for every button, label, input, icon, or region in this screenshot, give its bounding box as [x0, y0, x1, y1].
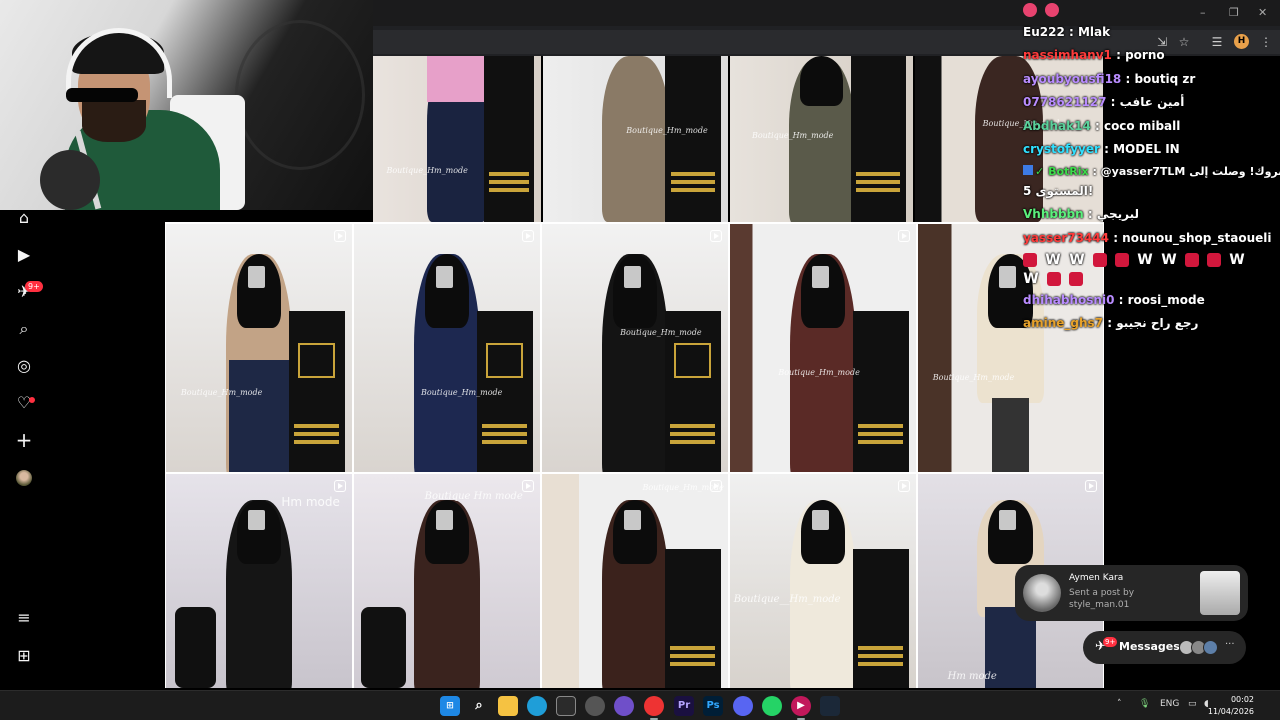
- language-indicator[interactable]: ENG: [1160, 699, 1179, 709]
- messages-badge: 9+: [25, 281, 43, 292]
- reel-icon: [898, 480, 910, 492]
- reel-icon: [898, 230, 910, 242]
- messages-label: Messages: [1119, 640, 1180, 653]
- watermark: Boutique__Hm_mode: [733, 593, 841, 605]
- post-tile[interactable]: Boutique_Hm_mode: [730, 56, 913, 222]
- more-avatars: ···: [1225, 639, 1235, 650]
- search-icon[interactable]: ⌕: [469, 696, 489, 716]
- clock-time: 00:02: [1230, 695, 1254, 704]
- chat-app-icon[interactable]: [614, 696, 634, 716]
- post-tile[interactable]: Boutique_Hm_mode: [542, 474, 728, 688]
- chat-line: Eu222 : Mlak: [1023, 25, 1111, 39]
- steam-icon[interactable]: [820, 696, 840, 716]
- notifications-icon[interactable]: ♡: [14, 393, 34, 413]
- watermark: Hm mode: [281, 495, 340, 510]
- more-menu-icon[interactable]: ≡: [14, 608, 34, 628]
- watermark: Boutique_Hm_mode: [180, 387, 263, 397]
- reel-icon: [334, 230, 346, 242]
- reel-icon: [710, 230, 722, 242]
- taskbar: ⊞ ⌕ Pr Ps ▶ ˄ 🎙 ENG ▭ ◖ 00:02 11/04/2026: [0, 690, 1280, 720]
- whatsapp-icon[interactable]: [762, 696, 782, 716]
- media-player-icon[interactable]: ▶: [791, 696, 811, 716]
- heart-emote: [1023, 2, 1037, 17]
- chat-line: dhihabhosni0 : roosi_mode: [1023, 293, 1205, 307]
- watermark: Boutique_Hm_mode: [626, 125, 708, 135]
- network-icon[interactable]: ▭: [1188, 699, 1197, 709]
- chat-line: المستوى 5!: [1023, 184, 1094, 198]
- heart-emote: [1045, 2, 1059, 17]
- notification-text: Sent a post by: [1069, 588, 1135, 598]
- post-tile[interactable]: Boutique_Hm_mode: [354, 224, 540, 472]
- webcam-overlay: [0, 0, 373, 210]
- clock[interactable]: 00:02 11/04/2026: [1208, 694, 1254, 718]
- watermark: Boutique_Hm_mode: [751, 130, 834, 140]
- messages-count-badge: 9+: [1103, 637, 1118, 647]
- start-icon[interactable]: ⊞: [440, 696, 460, 716]
- post-tile[interactable]: Hm mode: [166, 474, 352, 688]
- chat-line: nassimhanv1 : porno: [1023, 48, 1165, 62]
- chat-line: 0778621127 : أمين عافب: [1023, 95, 1185, 109]
- post-tile[interactable]: Boutique Hm mode: [354, 474, 540, 688]
- watermark: Hm mode: [947, 670, 997, 682]
- chat-line: crystofyyer : MODEL IN: [1023, 142, 1180, 156]
- messages-button[interactable]: ✈ 9+ Messages ···: [1083, 631, 1246, 664]
- watermark: Boutique Hm mode: [424, 491, 523, 503]
- stream-chat: Eu222 : Mlak nassimhanv1 : porno ayoubyo…: [1015, 0, 1280, 340]
- notification-dot: [29, 397, 35, 403]
- reel-icon: [522, 480, 534, 492]
- screen: – ❐ ✕ ⇲ ☆ ☰ H ⋮ Boutique_Hm_mode Boutiqu…: [0, 0, 1280, 720]
- watermark: Boutique_Hm_mode: [386, 165, 468, 175]
- chrome-icon[interactable]: [644, 696, 664, 716]
- search-icon[interactable]: ⌕: [14, 319, 34, 339]
- clock-date: 11/04/2026: [1207, 707, 1254, 716]
- message-notification[interactable]: Aymen Kara Sent a post by style_man.01: [1015, 565, 1248, 621]
- chat-line: [1023, 2, 1067, 17]
- profile-avatar[interactable]: [16, 470, 32, 486]
- explore-icon[interactable]: ◎: [14, 356, 34, 376]
- post-tile[interactable]: Boutique_Hm_mode: [543, 56, 728, 222]
- create-icon[interactable]: +: [14, 430, 34, 450]
- sender-name: Aymen Kara: [1069, 573, 1124, 583]
- watermark: Boutique_Hm_mode: [620, 328, 702, 338]
- store-icon[interactable]: [556, 696, 576, 716]
- chat-line: ✓ BotRix : @yasser7TLM مبروك! وصلت إلى: [1023, 165, 1280, 178]
- post-thumbnail: [1200, 571, 1240, 615]
- emote-row: WWWWW: [1023, 252, 1253, 267]
- post-tile[interactable]: Boutique_Hm_mode: [730, 224, 916, 472]
- discord-icon[interactable]: [733, 696, 753, 716]
- sender-avatar: [1023, 574, 1061, 612]
- file-explorer-icon[interactable]: [498, 696, 518, 716]
- top-photo-row: Boutique_Hm_mode Boutique_Hm_mode Boutiq…: [373, 56, 1103, 222]
- chat-line: amine_ghs7 : رجع راح نجيبو: [1023, 316, 1199, 330]
- watermark: Boutique_Hm_mode: [778, 367, 860, 377]
- chat-line: ayoubyousfi18 : boutiq zr: [1023, 72, 1196, 86]
- emote-row: W: [1023, 271, 1091, 286]
- chat-line: Abdhak14 : coco miball: [1023, 119, 1181, 133]
- premiere-icon[interactable]: Pr: [674, 696, 694, 716]
- reels-icon[interactable]: ▶: [14, 245, 34, 265]
- post-tile[interactable]: Boutique_Hm_mode: [373, 56, 541, 222]
- home-icon[interactable]: ⌂: [14, 208, 34, 228]
- post-tile[interactable]: Boutique_Hm_mode: [166, 224, 352, 472]
- edge-icon[interactable]: [527, 696, 547, 716]
- post-tile[interactable]: Boutique_Hm_mode: [542, 224, 728, 472]
- meta-apps-icon[interactable]: ⊞: [14, 646, 34, 666]
- notification-username: style_man.01: [1069, 600, 1130, 610]
- watermark: Boutique_Hm_mode: [642, 482, 724, 492]
- reel-icon: [334, 480, 346, 492]
- reel-icon: [522, 230, 534, 242]
- photoshop-icon[interactable]: Ps: [703, 696, 723, 716]
- chat-line: Vhhbbbn : لبريجي: [1023, 207, 1140, 221]
- microphone-icon[interactable]: 🎙: [1139, 699, 1150, 709]
- watermark: Boutique_Hm_mode: [420, 387, 503, 397]
- watermark: Boutique_Hm_mode: [932, 372, 1015, 382]
- chat-line: yasser73444 : nounou_shop_staoueli: [1023, 231, 1272, 245]
- tray-chevron-icon[interactable]: ˄: [1117, 699, 1122, 709]
- post-tile[interactable]: Boutique__Hm_mode: [730, 474, 916, 688]
- app-icon[interactable]: [585, 696, 605, 716]
- bot-badge-icon: [1023, 165, 1033, 175]
- avatar: [1203, 640, 1218, 655]
- reel-icon: [1085, 480, 1097, 492]
